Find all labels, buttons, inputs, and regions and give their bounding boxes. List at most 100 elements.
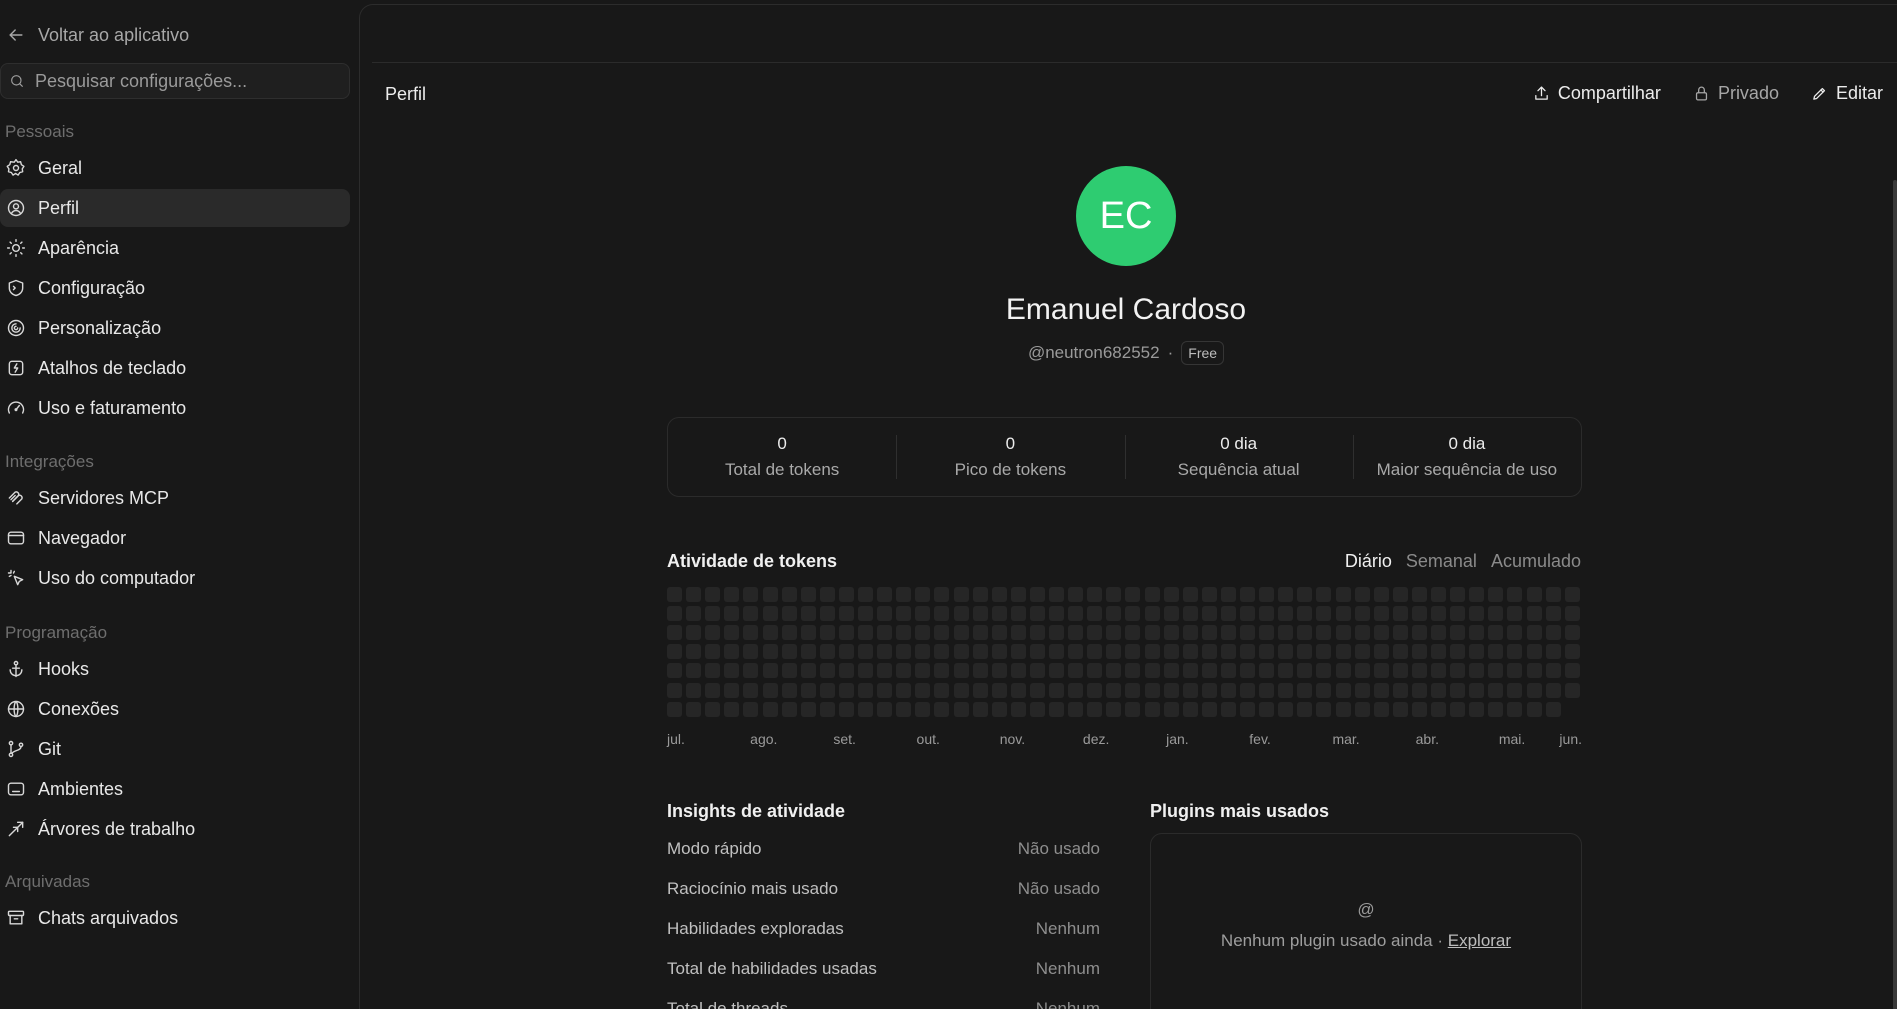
heatmap-cell[interactable] [1259, 701, 1275, 717]
heatmap-cell[interactable] [1010, 663, 1026, 679]
heatmap-cell[interactable] [1240, 663, 1255, 679]
heatmap-cell[interactable] [1488, 663, 1504, 679]
heatmap-cell[interactable] [800, 701, 816, 717]
heatmap-cell[interactable] [1316, 663, 1332, 679]
heatmap-cell[interactable] [934, 682, 950, 698]
heatmap-cell[interactable] [838, 587, 854, 602]
heatmap-cell[interactable] [1373, 663, 1389, 679]
heatmap-cell[interactable] [991, 701, 1007, 717]
heatmap-cell[interactable] [1316, 701, 1332, 717]
heatmap-cell[interactable] [705, 606, 721, 622]
heatmap-cell[interactable] [705, 701, 721, 717]
heatmap-cell[interactable] [762, 701, 778, 717]
heatmap-cell[interactable] [1450, 644, 1466, 660]
heatmap-cell[interactable] [1431, 663, 1446, 679]
heatmap-cell[interactable] [1163, 587, 1179, 602]
heatmap-cell[interactable] [1354, 644, 1370, 660]
heatmap-cell[interactable] [1431, 682, 1446, 698]
heatmap-cell[interactable] [1220, 606, 1236, 622]
heatmap-cell[interactable] [1373, 587, 1389, 602]
heatmap-cell[interactable] [838, 682, 854, 698]
heatmap-cell[interactable] [1029, 682, 1045, 698]
heatmap-cell[interactable] [1392, 663, 1408, 679]
heatmap-cell[interactable] [1240, 587, 1255, 602]
heatmap-cell[interactable] [1335, 701, 1351, 717]
heatmap-cell[interactable] [743, 663, 759, 679]
heatmap-cell[interactable] [1507, 587, 1523, 602]
heatmap-cell[interactable] [915, 701, 931, 717]
heatmap-cell[interactable] [1431, 644, 1446, 660]
heatmap-cell[interactable] [1240, 625, 1255, 641]
heatmap-cell[interactable] [972, 682, 988, 698]
sidebar-item-aparencia[interactable]: Aparência [0, 229, 350, 267]
heatmap-cell[interactable] [1545, 625, 1561, 641]
heatmap-cell[interactable] [1392, 644, 1408, 660]
settings-search[interactable] [0, 63, 350, 99]
heatmap-cell[interactable] [1431, 701, 1446, 717]
heatmap-cell[interactable] [762, 663, 778, 679]
sidebar-item-geral[interactable]: Geral [0, 149, 350, 187]
heatmap-cell[interactable] [1220, 625, 1236, 641]
heatmap-cell[interactable] [1507, 663, 1523, 679]
heatmap-cell[interactable] [1220, 644, 1236, 660]
heatmap-cell[interactable] [1182, 663, 1198, 679]
heatmap-cell[interactable] [819, 663, 835, 679]
heatmap-cell[interactable] [667, 644, 682, 660]
heatmap-cell[interactable] [800, 606, 816, 622]
heatmap-cell[interactable] [1087, 625, 1103, 641]
heatmap-cell[interactable] [991, 682, 1007, 698]
heatmap-cell[interactable] [1278, 625, 1294, 641]
heatmap-cell[interactable] [1201, 587, 1217, 602]
heatmap-cell[interactable] [1010, 701, 1026, 717]
heatmap-cell[interactable] [1297, 625, 1313, 641]
heatmap-cell[interactable] [858, 625, 873, 641]
heatmap-cell[interactable] [953, 587, 969, 602]
sidebar-item-atalhos-de-teclado[interactable]: Atalhos de teclado [0, 349, 350, 387]
heatmap-cell[interactable] [686, 587, 702, 602]
heatmap-cell[interactable] [972, 587, 988, 602]
explore-plugins-link[interactable]: Explorar [1448, 931, 1511, 950]
sidebar-item-navegador[interactable]: Navegador [0, 519, 350, 557]
heatmap-cell[interactable] [991, 625, 1007, 641]
sidebar-item-ambientes[interactable]: Ambientes [0, 770, 350, 808]
heatmap-cell[interactable] [743, 606, 759, 622]
heatmap-cell[interactable] [1049, 587, 1064, 602]
heatmap-cell[interactable] [838, 701, 854, 717]
heatmap-cell[interactable] [724, 587, 740, 602]
heatmap-cell[interactable] [1068, 663, 1084, 679]
heatmap-cell[interactable] [1106, 682, 1122, 698]
heatmap-cell[interactable] [724, 606, 740, 622]
heatmap-cell[interactable] [1201, 663, 1217, 679]
heatmap-cell[interactable] [1278, 606, 1294, 622]
heatmap-cell[interactable] [1201, 606, 1217, 622]
heatmap-cell[interactable] [1068, 625, 1084, 641]
heatmap-cell[interactable] [686, 682, 702, 698]
heatmap-cell[interactable] [1049, 625, 1064, 641]
heatmap-cell[interactable] [1259, 587, 1275, 602]
heatmap-cell[interactable] [1411, 587, 1427, 602]
heatmap-cell[interactable] [1526, 587, 1542, 602]
heatmap-cell[interactable] [1392, 682, 1408, 698]
privacy-toggle-button[interactable]: Privado [1693, 83, 1779, 104]
heatmap-cell[interactable] [819, 682, 835, 698]
heatmap-cell[interactable] [1010, 587, 1026, 602]
heatmap-cell[interactable] [1450, 682, 1466, 698]
heatmap-cell[interactable] [1507, 701, 1523, 717]
heatmap-cell[interactable] [896, 682, 912, 698]
heatmap-cell[interactable] [1201, 644, 1217, 660]
heatmap-cell[interactable] [724, 682, 740, 698]
heatmap-cell[interactable] [1564, 606, 1580, 622]
heatmap-cell[interactable] [1507, 682, 1523, 698]
heatmap-cell[interactable] [705, 663, 721, 679]
heatmap-cell[interactable] [667, 587, 682, 602]
heatmap-cell[interactable] [934, 701, 950, 717]
heatmap-cell[interactable] [781, 606, 797, 622]
heatmap-cell[interactable] [1068, 644, 1084, 660]
heatmap-cell[interactable] [1297, 606, 1313, 622]
heatmap-cell[interactable] [1201, 625, 1217, 641]
sidebar-item-configuracao[interactable]: Configuração [0, 269, 350, 307]
heatmap-cell[interactable] [724, 701, 740, 717]
heatmap-cell[interactable] [1488, 587, 1504, 602]
heatmap-cell[interactable] [896, 701, 912, 717]
heatmap-cell[interactable] [1469, 682, 1485, 698]
